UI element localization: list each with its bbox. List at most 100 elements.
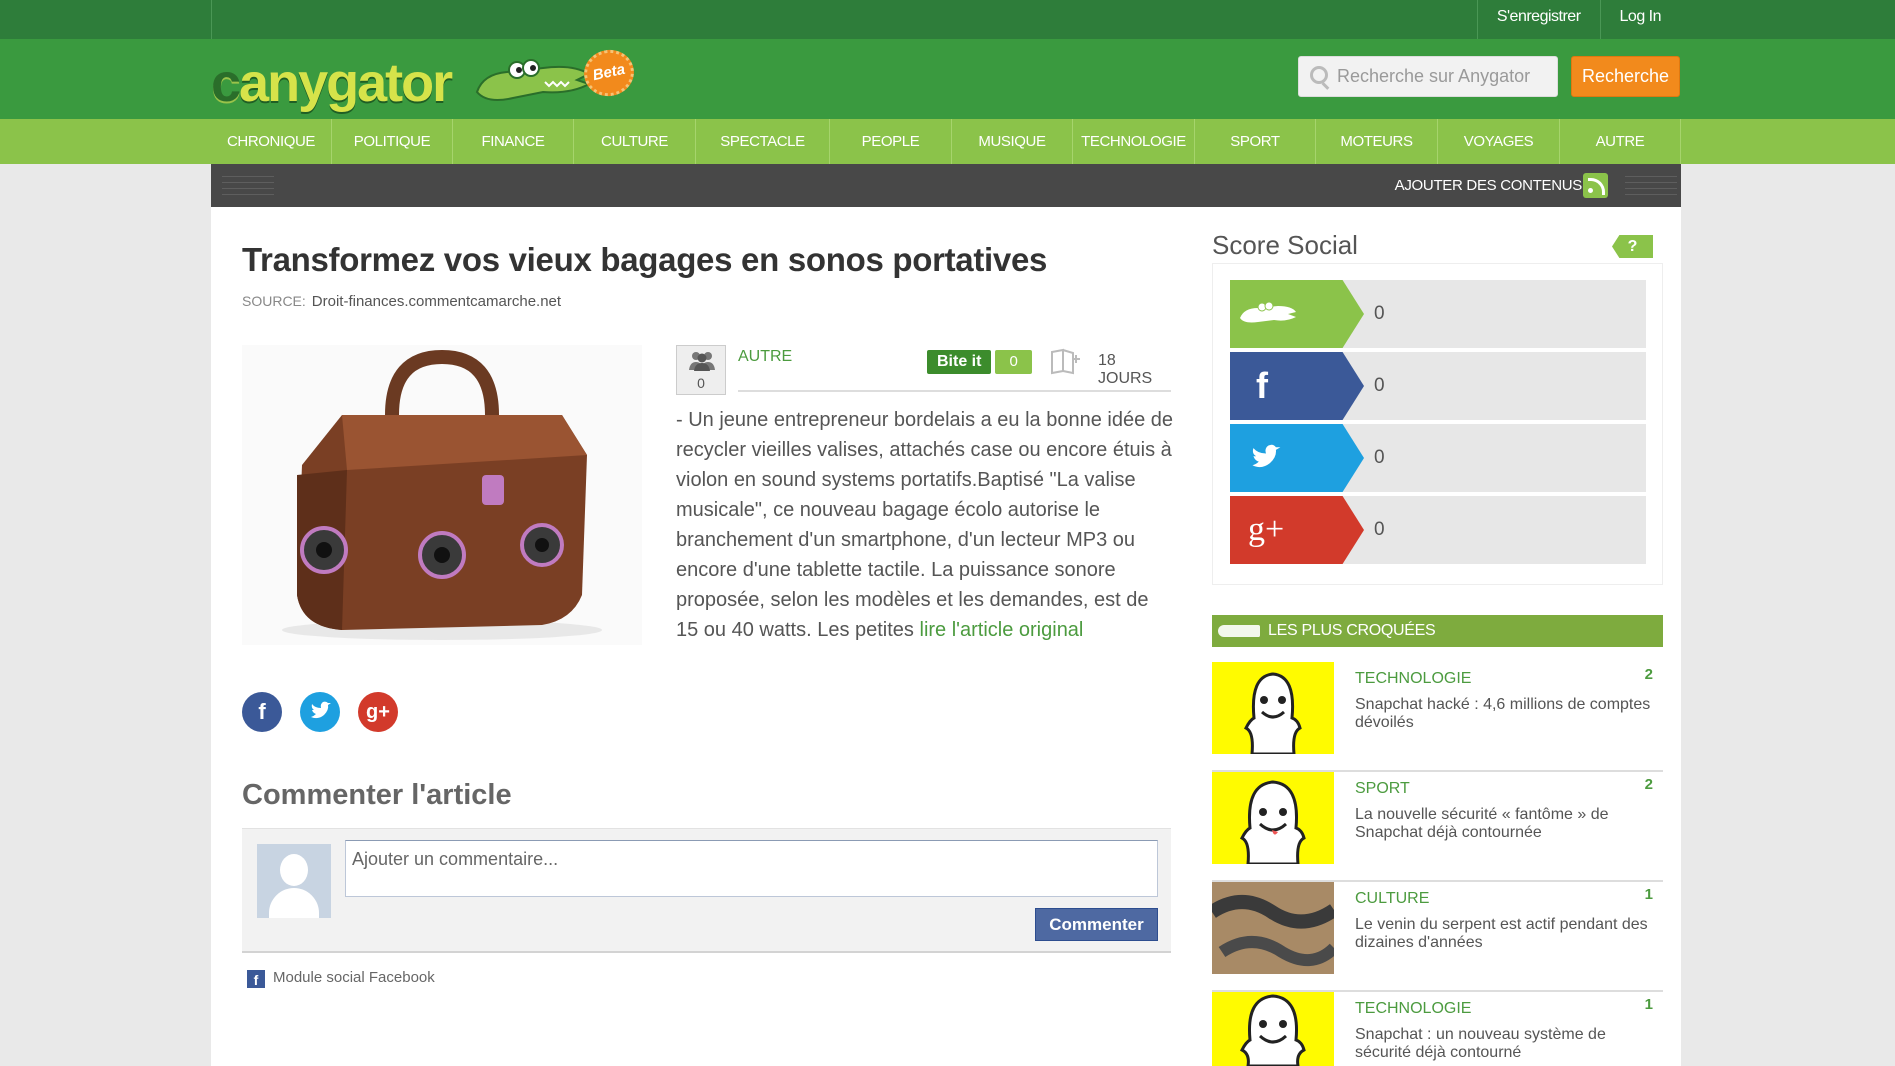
crocodile-icon (1218, 625, 1260, 637)
item-score: 2 (1644, 776, 1653, 793)
category-nav: CHRONIQUE POLITIQUE FINANCE CULTURE SPEC… (0, 119, 1895, 164)
snapchat-thumbnail (1212, 772, 1334, 864)
main-content: Transformez vos vieux bagages en sonos p… (211, 207, 1681, 1066)
comment-button[interactable]: Commenter (1035, 908, 1158, 941)
snapchat-thumbnail (1212, 992, 1334, 1066)
rss-icon[interactable] (1583, 173, 1608, 198)
nav-item-spectacle[interactable]: SPECTACLE (696, 119, 830, 164)
divider (1625, 176, 1677, 198)
article-age: 18 JOURS (1098, 352, 1153, 387)
comment-box: Commenter (242, 828, 1171, 953)
article-meta: 0 AUTRE Bite it 0 18 JOURS (676, 340, 1171, 396)
bite-it-control: Bite it 0 (927, 350, 1032, 374)
item-title[interactable]: Snapchat hacké : 4,6 millions de comptes… (1355, 696, 1660, 732)
social-score-row-google-plus: g+ 0 (1230, 496, 1646, 564)
search-box (1298, 56, 1558, 97)
list-item[interactable]: CULTURE 1 Le venin du serpent est actif … (1212, 882, 1663, 992)
register-link[interactable]: S'enregistrer (1476, 0, 1600, 39)
nav-item-musique[interactable]: MUSIQUE (952, 119, 1073, 164)
item-score: 1 (1644, 996, 1653, 1013)
search-button[interactable]: Recherche (1571, 56, 1680, 97)
people-icon (689, 352, 715, 371)
social-score-row-anygator: 0 (1230, 280, 1646, 348)
item-category[interactable]: CULTURE (1355, 890, 1429, 908)
people-count: 0 (697, 375, 705, 391)
login-link[interactable]: Log In (1599, 0, 1680, 39)
list-item[interactable]: SPORT 2 La nouvelle sécurité « fantôme »… (1212, 772, 1663, 882)
twitter-icon (1252, 444, 1281, 468)
item-score: 2 (1644, 666, 1653, 683)
list-item[interactable]: TECHNOLOGIE 1 Snapchat : un nouveau syst… (1212, 992, 1663, 1066)
facebook-tag: f (1230, 352, 1364, 420)
facebook-module-label: Module social Facebook (273, 969, 435, 986)
snapchat-thumbnail (1212, 662, 1334, 754)
crocodile-icon (1240, 301, 1296, 323)
bookmark-add-icon[interactable] (1049, 347, 1083, 375)
most-croqued-title: LES PLUS CROQUÉES (1268, 622, 1436, 639)
divider (222, 176, 274, 198)
article-source: SOURCE: Droit-finances.commentcamarche.ne… (242, 293, 561, 310)
article-excerpt: - Un jeune entrepreneur bordelais a eu l… (676, 409, 1174, 641)
bite-it-button[interactable]: Bite it (927, 350, 992, 374)
source-value[interactable]: Droit-finances.commentcamarche.net (312, 293, 561, 310)
list-item[interactable]: TECHNOLOGIE 2 Snapchat hacké : 4,6 milli… (1212, 662, 1663, 772)
social-score-row-facebook: f 0 (1230, 352, 1646, 420)
account-links: S'enregistrer Log In (1476, 0, 1680, 39)
header: canygator Beta Recherche (0, 39, 1895, 119)
nav-item-culture[interactable]: CULTURE (574, 119, 696, 164)
snake-thumbnail (1212, 882, 1334, 974)
facebook-icon: f (1256, 365, 1268, 406)
google-plus-tag: g+ (1230, 496, 1364, 564)
people-counter[interactable]: 0 (676, 345, 726, 395)
help-button[interactable]: ? (1612, 235, 1653, 258)
share-buttons: f g+ (242, 692, 398, 732)
comment-input[interactable] (345, 840, 1158, 897)
facebook-share-icon[interactable]: f (242, 692, 282, 732)
social-score-panel: 0 f 0 0 g+ 0 (1212, 263, 1663, 585)
social-score-row-twitter: 0 (1230, 424, 1646, 492)
item-title[interactable]: La nouvelle sécurité « fantôme » de Snap… (1355, 806, 1660, 842)
nav-item-technologie[interactable]: TECHNOLOGIE (1073, 119, 1195, 164)
nav-item-voyages[interactable]: VOYAGES (1438, 119, 1560, 164)
bite-count: 0 (995, 350, 1032, 374)
source-label: SOURCE: (242, 293, 306, 309)
twitter-score: 0 (1374, 447, 1385, 468)
google-plus-icon: g+ (1248, 511, 1285, 548)
add-content-link[interactable]: AJOUTER DES CONTENUS (1395, 164, 1583, 207)
divider (211, 0, 212, 39)
item-score: 1 (1644, 886, 1653, 903)
nav-item-chronique[interactable]: CHRONIQUE (211, 119, 332, 164)
twitter-tag (1230, 424, 1364, 492)
most-croqued-header: LES PLUS CROQUÉES (1212, 615, 1663, 647)
item-category[interactable]: SPORT (1355, 780, 1410, 798)
google-plus-share-icon[interactable]: g+ (358, 692, 398, 732)
facebook-icon: f (247, 970, 265, 988)
avatar (257, 844, 331, 918)
search-input[interactable] (1337, 57, 1555, 96)
sub-bar: AJOUTER DES CONTENUS (211, 164, 1681, 207)
item-title[interactable]: Snapchat : un nouveau système de sécurit… (1355, 1026, 1660, 1062)
article-body: - Un jeune entrepreneur bordelais a eu l… (676, 405, 1176, 645)
nav-item-people[interactable]: PEOPLE (830, 119, 952, 164)
nav-item-moteurs[interactable]: MOTEURS (1316, 119, 1438, 164)
read-original-link[interactable]: lire l'article original (920, 619, 1084, 641)
anygator-tag (1230, 280, 1364, 348)
social-score-title: Score Social (1212, 230, 1358, 260)
item-category[interactable]: TECHNOLOGIE (1355, 1000, 1471, 1018)
nav-item-finance[interactable]: FINANCE (453, 119, 574, 164)
article-category[interactable]: AUTRE (738, 348, 792, 366)
logo[interactable]: canygator Beta (211, 44, 641, 114)
anygator-score: 0 (1374, 303, 1385, 324)
article-image (242, 345, 642, 645)
item-title[interactable]: Le venin du serpent est actif pendant de… (1355, 916, 1660, 952)
nav-item-autre[interactable]: AUTRE (1560, 119, 1681, 164)
nav-item-sport[interactable]: SPORT (1195, 119, 1316, 164)
top-bar: S'enregistrer Log In (0, 0, 1895, 39)
search-icon (1310, 66, 1328, 84)
comment-heading: Commenter l'article (242, 779, 512, 811)
facebook-module[interactable]: f Module social Facebook (247, 969, 435, 988)
twitter-share-icon[interactable] (300, 692, 340, 732)
article-title: Transformez vos vieux bagages en sonos p… (242, 241, 1048, 278)
item-category[interactable]: TECHNOLOGIE (1355, 670, 1471, 688)
nav-item-politique[interactable]: POLITIQUE (332, 119, 453, 164)
